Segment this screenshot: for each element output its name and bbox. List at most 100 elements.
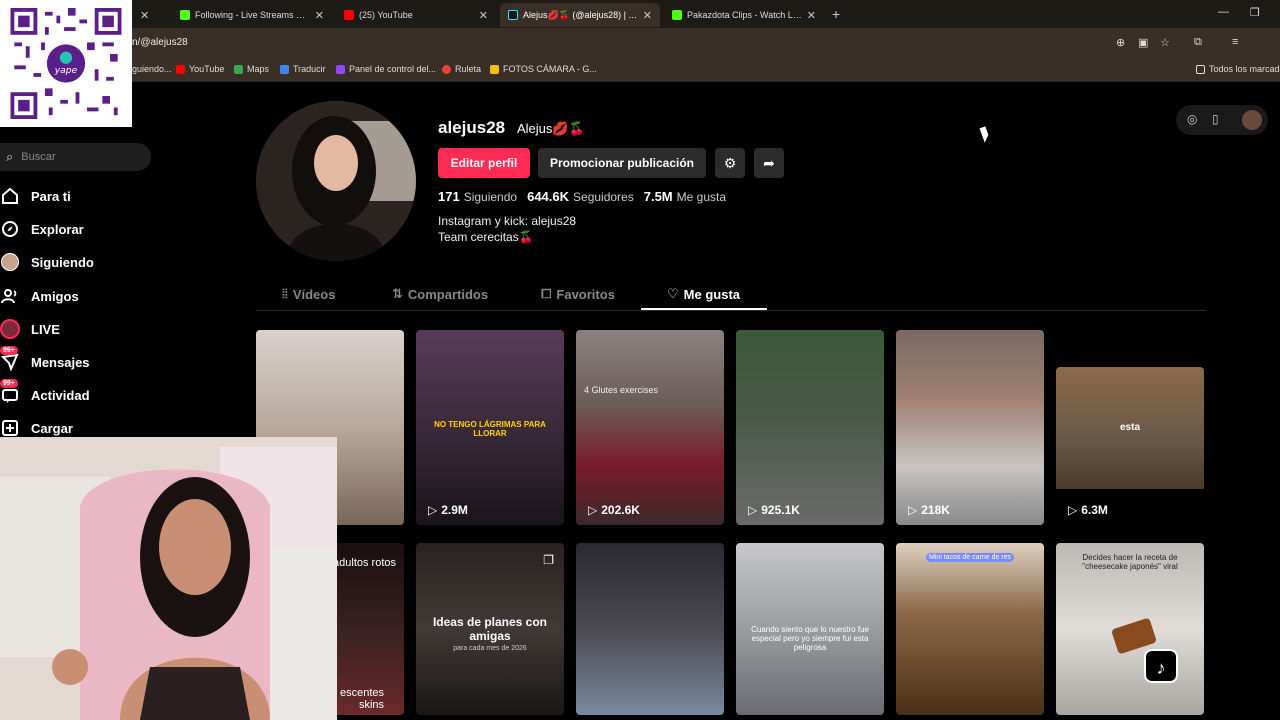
- video-views: ▷ 925.1K: [748, 503, 800, 517]
- sidebar-item-siguiendo[interactable]: Siguiendo: [0, 250, 94, 274]
- video-caption-sub: para cada mes de 2026: [453, 645, 527, 652]
- close-icon[interactable]: ✕: [315, 9, 324, 22]
- bookmark-item[interactable]: guiendo...: [132, 64, 172, 74]
- carousel-icon: ❐: [543, 553, 554, 567]
- all-bookmarks[interactable]: Todos los marcadores: [1196, 64, 1280, 74]
- video-card[interactable]: esta ▷ 6.3M: [1056, 367, 1204, 525]
- bookmark-star-icon[interactable]: ☆: [1160, 36, 1170, 49]
- profile-bio-line: Instagram y kick: alejus28: [438, 214, 577, 228]
- sidebar-item-label: Actividad: [31, 387, 90, 403]
- tab-me-gusta[interactable]: ♡ Me gusta: [667, 286, 740, 302]
- yape-qr-code: yape: [0, 0, 132, 127]
- friends-icon: [0, 286, 20, 306]
- bookmark-icon: ⧠: [541, 286, 552, 301]
- bookmark-photos[interactable]: FOTOS CÁMARA - G...: [490, 64, 597, 74]
- compass-icon: [0, 219, 20, 239]
- share-button[interactable]: ➦: [754, 148, 784, 178]
- bookmark-twitch-panel[interactable]: Panel de control del...: [336, 64, 436, 74]
- promote-post-button[interactable]: Promocionar publicación: [538, 148, 706, 178]
- qr-code-image: yape: [10, 8, 122, 119]
- wheel-icon: [442, 64, 451, 74]
- bookmark-translate[interactable]: Traducir: [280, 64, 326, 74]
- bookmark-maps[interactable]: Maps: [234, 64, 269, 74]
- home-icon: [0, 186, 20, 206]
- bookmark-ruleta[interactable]: Ruleta: [442, 64, 481, 74]
- following-stat[interactable]: 171 Siguiendo: [438, 189, 517, 204]
- bookmark-youtube[interactable]: YouTube: [176, 64, 224, 74]
- tab-title: Alejus💋🍒 (@alejus28) | TikTok: [523, 9, 638, 20]
- close-icon[interactable]: ✕: [140, 9, 149, 22]
- video-views: ▷ 218K: [908, 503, 950, 517]
- sidebar-item-amigos[interactable]: Amigos: [0, 284, 79, 308]
- cast-icon[interactable]: ▣: [1138, 36, 1148, 49]
- search-icon: ⌕: [6, 149, 14, 164]
- maximize-icon[interactable]: ❐: [1250, 6, 1260, 19]
- tiktok-logo-icon: ♪: [1144, 649, 1178, 683]
- kick-favicon-icon: [180, 10, 190, 20]
- browser-tab-youtube[interactable]: (25) YouTube ✕: [336, 3, 496, 27]
- compass-icon[interactable]: ◎: [1187, 112, 1197, 126]
- bookmarks-bar: guiendo... YouTube Maps Traducir Panel d…: [0, 58, 1280, 82]
- media-icon[interactable]: ≡: [1232, 36, 1238, 48]
- video-card[interactable]: ▷ 218K: [896, 330, 1044, 525]
- edit-profile-button[interactable]: Editar perfil: [438, 148, 530, 178]
- sidebar-item-para-ti[interactable]: Para ti: [0, 184, 71, 208]
- sidebar-item-mensajes[interactable]: 99+ Mensajes: [0, 346, 90, 374]
- video-caption: Mini tacos de carne de res: [926, 553, 1014, 562]
- tab-divider: [256, 310, 1206, 311]
- sidebar-item-explorar[interactable]: Explorar: [0, 217, 84, 241]
- video-card[interactable]: Mini tacos de carne de res: [896, 543, 1044, 715]
- youtube-favicon-icon: [344, 10, 354, 20]
- browser-tab-kick-pakazdota[interactable]: Pakazdota Clips - Watch Live o ✕: [664, 3, 824, 27]
- video-card[interactable]: ❐ Ideas de planes con amigas para cada m…: [416, 543, 564, 715]
- play-icon: ▷: [428, 503, 438, 517]
- video-card[interactable]: ▷ 925.1K: [736, 330, 884, 525]
- floating-controls: ◎ ▯: [1176, 105, 1268, 135]
- tiktok-favicon-icon: [508, 10, 518, 20]
- profile-username: alejus28: [438, 118, 506, 137]
- live-icon: [0, 319, 20, 339]
- tab-title: Pakazdota Clips - Watch Live o: [687, 10, 802, 20]
- tab-compartidos[interactable]: ⇅ Compartidos: [392, 286, 488, 302]
- grid-icon: ⦙⦙: [282, 286, 288, 301]
- tab-videos[interactable]: ⦙⦙ Vídeos: [282, 286, 335, 302]
- settings-button[interactable]: ⚙: [715, 148, 745, 178]
- tab-title: (25) YouTube: [359, 10, 413, 20]
- svg-text:yape: yape: [54, 65, 78, 76]
- kick-favicon-icon: [672, 10, 682, 20]
- browser-tab-bar: ✕ Following - Live Streams on Ki ✕ (25) …: [0, 0, 1280, 28]
- zoom-icon[interactable]: ⊕: [1116, 36, 1125, 49]
- gear-icon: ⚙: [723, 154, 737, 171]
- sidebar-item-label: Explorar: [31, 221, 84, 237]
- close-icon[interactable]: ✕: [643, 9, 652, 22]
- url-input[interactable]: n/@alejus28: [132, 37, 188, 48]
- tab-close-partial[interactable]: ✕: [132, 3, 170, 27]
- video-caption: 4 Glutes exercises: [584, 385, 659, 395]
- close-icon[interactable]: ✕: [807, 9, 816, 22]
- minimize-icon[interactable]: —: [1218, 6, 1229, 18]
- device-icon[interactable]: ▯: [1212, 112, 1219, 126]
- video-card[interactable]: Cuando siento que lo nuestro fue especia…: [736, 543, 884, 715]
- new-tab-icon[interactable]: +: [832, 6, 840, 22]
- youtube-icon: [176, 64, 185, 74]
- video-views: ▷ 6.3M: [1068, 503, 1108, 517]
- extensions-icon[interactable]: ⧉: [1194, 36, 1202, 49]
- twitch-icon: [336, 64, 345, 74]
- profile-avatar[interactable]: [256, 101, 416, 261]
- video-card[interactable]: 4 Glutes exercises ▷ 202.6K: [576, 330, 724, 525]
- video-card[interactable]: [576, 543, 724, 715]
- profile-nickname: Alejus💋🍒: [517, 121, 585, 136]
- video-card[interactable]: Decides hacer la receta de "cheesecake j…: [1056, 543, 1204, 715]
- video-caption: NO TENGO LÁGRIMAS PARA LLORAR: [434, 420, 546, 438]
- user-avatar-icon[interactable]: [1242, 110, 1262, 130]
- mouse-cursor: [979, 126, 991, 143]
- sidebar-item-actividad[interactable]: 99+ Actividad: [0, 379, 90, 407]
- followers-stat[interactable]: 644.6K Seguidores: [527, 189, 634, 204]
- browser-tab-kick-following[interactable]: Following - Live Streams on Ki ✕: [172, 3, 332, 27]
- tab-favoritos[interactable]: ⧠ Favoritos: [541, 286, 615, 302]
- sidebar-item-live[interactable]: LIVE: [0, 317, 60, 341]
- video-card[interactable]: NO TENGO LÁGRIMAS PARA LLORAR ▷ 2.9M: [416, 330, 564, 525]
- browser-tab-tiktok[interactable]: Alejus💋🍒 (@alejus28) | TikTok ✕: [500, 3, 660, 27]
- search-input[interactable]: ⌕ Buscar: [0, 143, 151, 171]
- close-icon[interactable]: ✕: [479, 9, 488, 22]
